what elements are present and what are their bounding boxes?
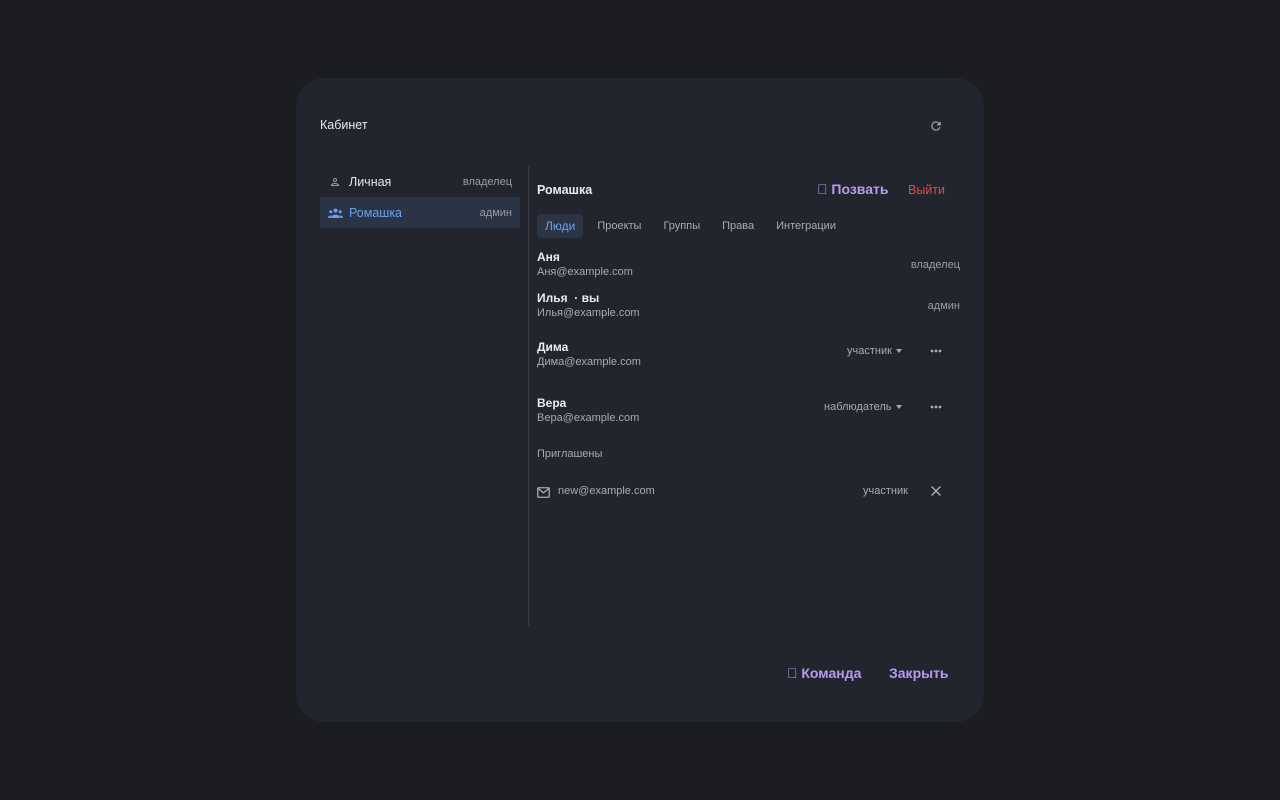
- member-role: владелец: [910, 259, 960, 271]
- sidebar-item-romashka[interactable]: Ромашка админ: [320, 197, 520, 228]
- team-button[interactable]: 󰀒 Команда: [787, 665, 861, 681]
- member-email: Аня@example.com: [537, 266, 633, 278]
- more-horizontal-icon: [930, 405, 942, 409]
- member-role-value: участник: [847, 345, 892, 357]
- invited-email: new@example.com: [558, 485, 655, 497]
- tab-rights[interactable]: Права: [714, 214, 762, 238]
- tab-groups[interactable]: Группы: [655, 214, 708, 238]
- invited-role: участник: [863, 485, 908, 497]
- sidebar-item-label: Ромашка: [349, 205, 403, 220]
- member-email: Вера@example.com: [537, 412, 640, 424]
- dialog-title: Кабинет: [320, 118, 368, 132]
- close-button[interactable]: Закрыть: [889, 665, 949, 681]
- member-row: Вера Вера@example.com наблюдатель: [537, 395, 960, 424]
- refresh-icon: [931, 121, 941, 131]
- mail-icon: [537, 485, 550, 503]
- person-icon: [327, 174, 343, 190]
- member-row: Аня Аня@example.com владелец: [537, 249, 960, 278]
- tab-people[interactable]: Люди: [537, 214, 584, 238]
- sidebar-item-label: Личная: [349, 174, 392, 189]
- sidebar-item-personal[interactable]: Личная владелец: [320, 166, 520, 197]
- team-name: Ромашка: [537, 183, 593, 197]
- invited-row: new@example.com участник: [537, 482, 960, 502]
- team-tabs: Люди Проекты Группы Права Интеграции: [537, 214, 850, 238]
- member-role: админ: [927, 300, 960, 312]
- tab-projects[interactable]: Проекты: [589, 214, 649, 238]
- team-sidebar: Личная владелец Ромашка админ: [320, 166, 520, 228]
- invited-section-label: Приглашены: [537, 448, 603, 460]
- member-role-select[interactable]: участник: [847, 345, 902, 357]
- leave-team-button[interactable]: Выйти: [908, 183, 945, 197]
- member-email: Дима@example.com: [537, 356, 641, 368]
- cabinet-dialog: Кабинет Личная владелец Ромашка админ Ро…: [296, 78, 984, 722]
- member-row: Дима Дима@example.com участник: [537, 339, 960, 368]
- invite-button[interactable]: 󰀒 Позвать: [817, 181, 888, 197]
- more-options-button[interactable]: [924, 395, 948, 419]
- sidebar-item-role: владелец: [462, 175, 512, 188]
- more-horizontal-icon: [930, 349, 942, 353]
- chevron-down-icon: [895, 405, 902, 409]
- refresh-button[interactable]: [924, 114, 948, 138]
- close-icon: [931, 486, 941, 496]
- chevron-down-icon: [895, 349, 902, 353]
- member-row: Илья · вы Илья@example.com админ: [537, 290, 960, 319]
- member-name: Аня: [537, 250, 560, 264]
- group-icon: [327, 205, 343, 221]
- team-panel: Ромашка 󰀒 Позвать Выйти Люди Проекты Гру…: [537, 166, 960, 626]
- member-email: Илья@example.com: [537, 307, 640, 319]
- revoke-invite-button[interactable]: [927, 482, 945, 500]
- member-role-value: наблюдатель: [824, 401, 892, 413]
- member-name: Илья · вы: [537, 291, 600, 305]
- more-options-button[interactable]: [924, 339, 948, 363]
- vertical-divider: [528, 166, 529, 626]
- sidebar-item-role: админ: [479, 206, 512, 219]
- member-role-select[interactable]: наблюдатель: [824, 401, 902, 413]
- tab-integrations[interactable]: Интеграции: [768, 214, 844, 238]
